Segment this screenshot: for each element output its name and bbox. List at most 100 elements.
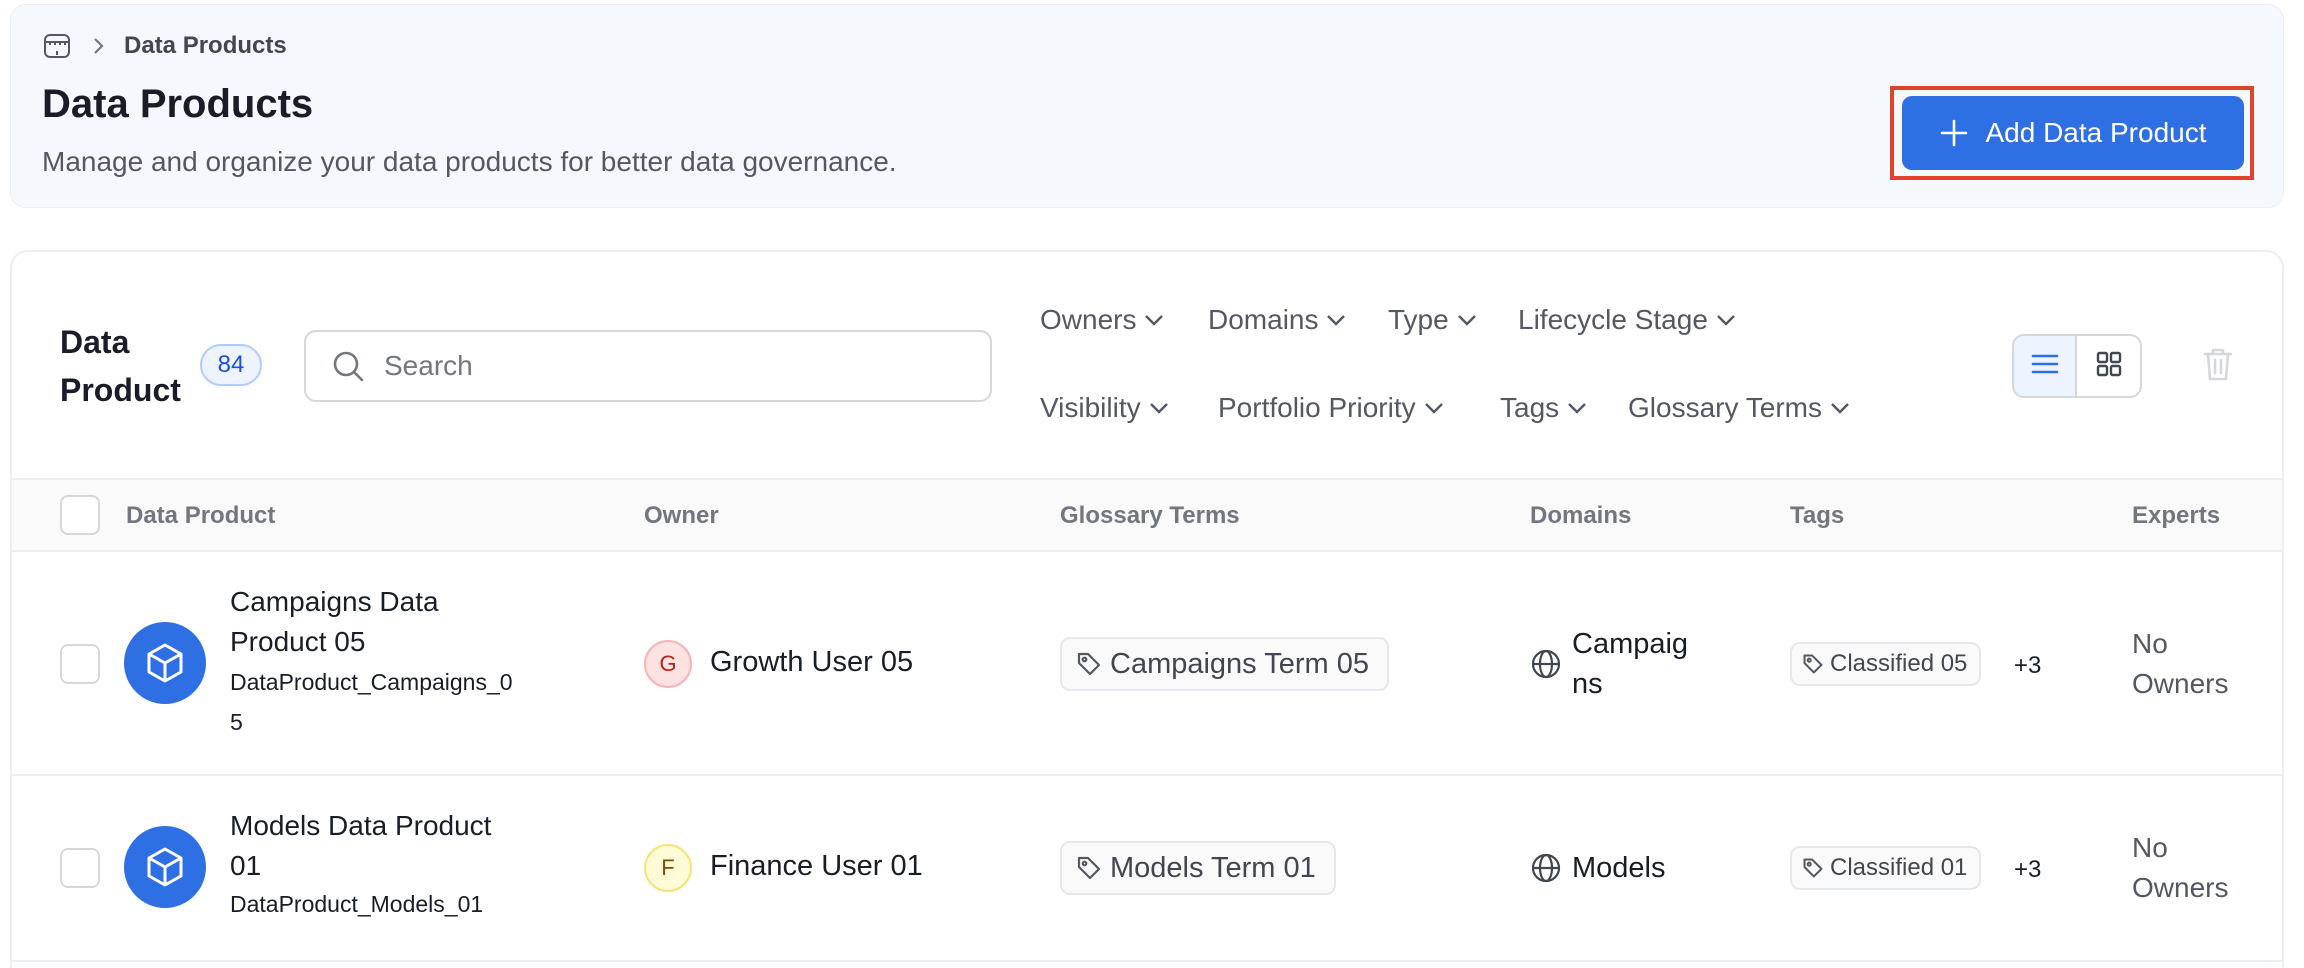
tag-icon [1076, 855, 1102, 881]
breadcrumb-current[interactable]: Data Products [124, 32, 287, 60]
tag-chip[interactable]: Classified 01 [1790, 846, 1982, 890]
page-title: Data Products [42, 82, 314, 126]
filter-label: Portfolio Priority [1218, 392, 1416, 423]
tag-more-count[interactable]: +3 [2014, 856, 2041, 884]
domain-name-line: Models [1572, 852, 1666, 884]
chevron-down-icon [1149, 402, 1169, 414]
filter-glossary-terms[interactable]: Glossary Terms [1628, 392, 1850, 424]
glossary-term-chip[interactable]: Models Term 01 [1060, 841, 1336, 895]
owner-name[interactable]: Growth User 05 [710, 646, 913, 679]
add-data-product-label: Add Data Product [1985, 117, 2207, 148]
tag-chip[interactable]: Classified 05 [1790, 642, 1982, 686]
trash-icon [2202, 346, 2234, 387]
filter-portfolio-priority[interactable]: Portfolio Priority [1218, 392, 1444, 424]
data-product-icon [124, 622, 206, 704]
search-input[interactable] [384, 350, 944, 382]
column-header-owner[interactable]: Owner [644, 502, 719, 530]
data-product-name[interactable]: Campaigns Data Product 05 [230, 582, 530, 662]
count-badge: 84 [200, 344, 262, 386]
table-row[interactable]: Models Data Product 01 DataProduct_Model… [12, 776, 2282, 962]
domain-name-line: ns [1572, 668, 1603, 700]
list-icon [2030, 352, 2060, 381]
experts-line: No [2132, 832, 2168, 863]
filter-label: Lifecycle Stage [1518, 304, 1708, 335]
experts-value: No Owners [2132, 624, 2228, 704]
add-data-product-button[interactable]: Add Data Product [1902, 96, 2244, 170]
glossary-term-label: Models Term 01 [1110, 851, 1316, 884]
experts-value: No Owners [2132, 828, 2228, 908]
domain-name[interactable]: Models [1572, 848, 1666, 888]
data-product-fqn-line: 5 [230, 709, 243, 735]
search-icon [330, 348, 366, 384]
experts-line: No [2132, 628, 2168, 659]
plus-icon [1939, 118, 1969, 148]
data-product-name-line: Campaigns Data [230, 586, 439, 617]
grid-icon [2095, 350, 2123, 383]
column-header-glossary-terms[interactable]: Glossary Terms [1060, 502, 1240, 530]
filter-label: Tags [1500, 392, 1560, 423]
list-view-button[interactable] [2014, 336, 2078, 396]
globe-icon [1530, 852, 1562, 884]
filter-label: Owners [1040, 304, 1137, 335]
chevron-right-icon [92, 36, 106, 56]
chevron-down-icon [1326, 314, 1346, 326]
filter-visibility[interactable]: Visibility [1040, 392, 1169, 424]
chevron-down-icon [1716, 314, 1736, 326]
tag-icon [1802, 653, 1824, 675]
row-checkbox[interactable] [60, 644, 100, 684]
filter-tags[interactable]: Tags [1500, 392, 1587, 424]
search-field[interactable] [304, 330, 992, 402]
glossary-term-label: Campaigns Term 05 [1110, 647, 1369, 680]
column-header-tags[interactable]: Tags [1790, 502, 1844, 530]
grid-view-button[interactable] [2077, 336, 2140, 396]
tag-icon [1076, 651, 1102, 677]
select-all-checkbox[interactable] [60, 495, 100, 535]
chevron-down-icon [1144, 314, 1164, 326]
data-product-name-line: 01 [230, 850, 262, 881]
filter-lifecycle-stage[interactable]: Lifecycle Stage [1518, 304, 1736, 336]
data-products-panel: Data Product 84 Owners Domains Type Life… [10, 250, 2284, 968]
avatar[interactable]: G [644, 640, 692, 688]
filter-label: Domains [1208, 304, 1319, 335]
experts-line: Owners [2132, 668, 2229, 699]
filter-type[interactable]: Type [1388, 304, 1477, 336]
chevron-down-icon [1830, 402, 1850, 414]
table-header: Data Product Owner Glossary Terms Domain… [12, 478, 2282, 552]
owner-name[interactable]: Finance User 01 [710, 850, 923, 883]
toolbar: Data Product 84 Owners Domains Type Life… [12, 252, 2282, 478]
data-product-icon [124, 826, 206, 908]
data-product-name[interactable]: Models Data Product 01 [230, 806, 530, 886]
data-product-name-line: Product 05 [230, 626, 366, 657]
filter-label: Visibility [1040, 392, 1141, 423]
domain-name[interactable]: Campaig ns [1572, 624, 1688, 704]
section-title-line: Data [60, 324, 130, 360]
domain-name-line: Campaig [1572, 628, 1689, 660]
data-product-name-line: Models Data Product [230, 810, 492, 841]
delete-button[interactable] [2198, 346, 2238, 386]
column-header-data-product[interactable]: Data Product [126, 502, 275, 530]
data-product-fqn: DataProduct_Models_01 [230, 884, 550, 924]
chevron-down-icon [1457, 314, 1477, 326]
section-title-line: Product [60, 372, 181, 408]
column-header-experts[interactable]: Experts [2132, 502, 2220, 530]
avatar[interactable]: F [644, 844, 692, 892]
breadcrumb: Data Products [40, 28, 287, 64]
data-product-fqn-line: DataProduct_Campaigns_0 [230, 669, 513, 695]
home-icon[interactable] [40, 29, 74, 63]
glossary-term-chip[interactable]: Campaigns Term 05 [1060, 637, 1389, 691]
column-header-domains[interactable]: Domains [1530, 502, 1631, 530]
filter-domains[interactable]: Domains [1208, 304, 1346, 336]
filter-label: Type [1388, 304, 1449, 335]
chevron-down-icon [1567, 402, 1587, 414]
view-toggle [2012, 334, 2142, 398]
filter-owners[interactable]: Owners [1040, 304, 1164, 336]
tag-label: Classified 01 [1830, 854, 1968, 881]
tag-icon [1802, 857, 1824, 879]
section-title: Data Product [60, 318, 181, 414]
table-row[interactable]: Campaigns Data Product 05 DataProduct_Ca… [12, 552, 2282, 776]
tag-more-count[interactable]: +3 [2014, 652, 2041, 680]
data-product-fqn-line: DataProduct_Models_01 [230, 891, 484, 917]
globe-icon [1530, 648, 1562, 680]
page-description: Manage and organize your data products f… [42, 146, 897, 177]
row-checkbox[interactable] [60, 848, 100, 888]
